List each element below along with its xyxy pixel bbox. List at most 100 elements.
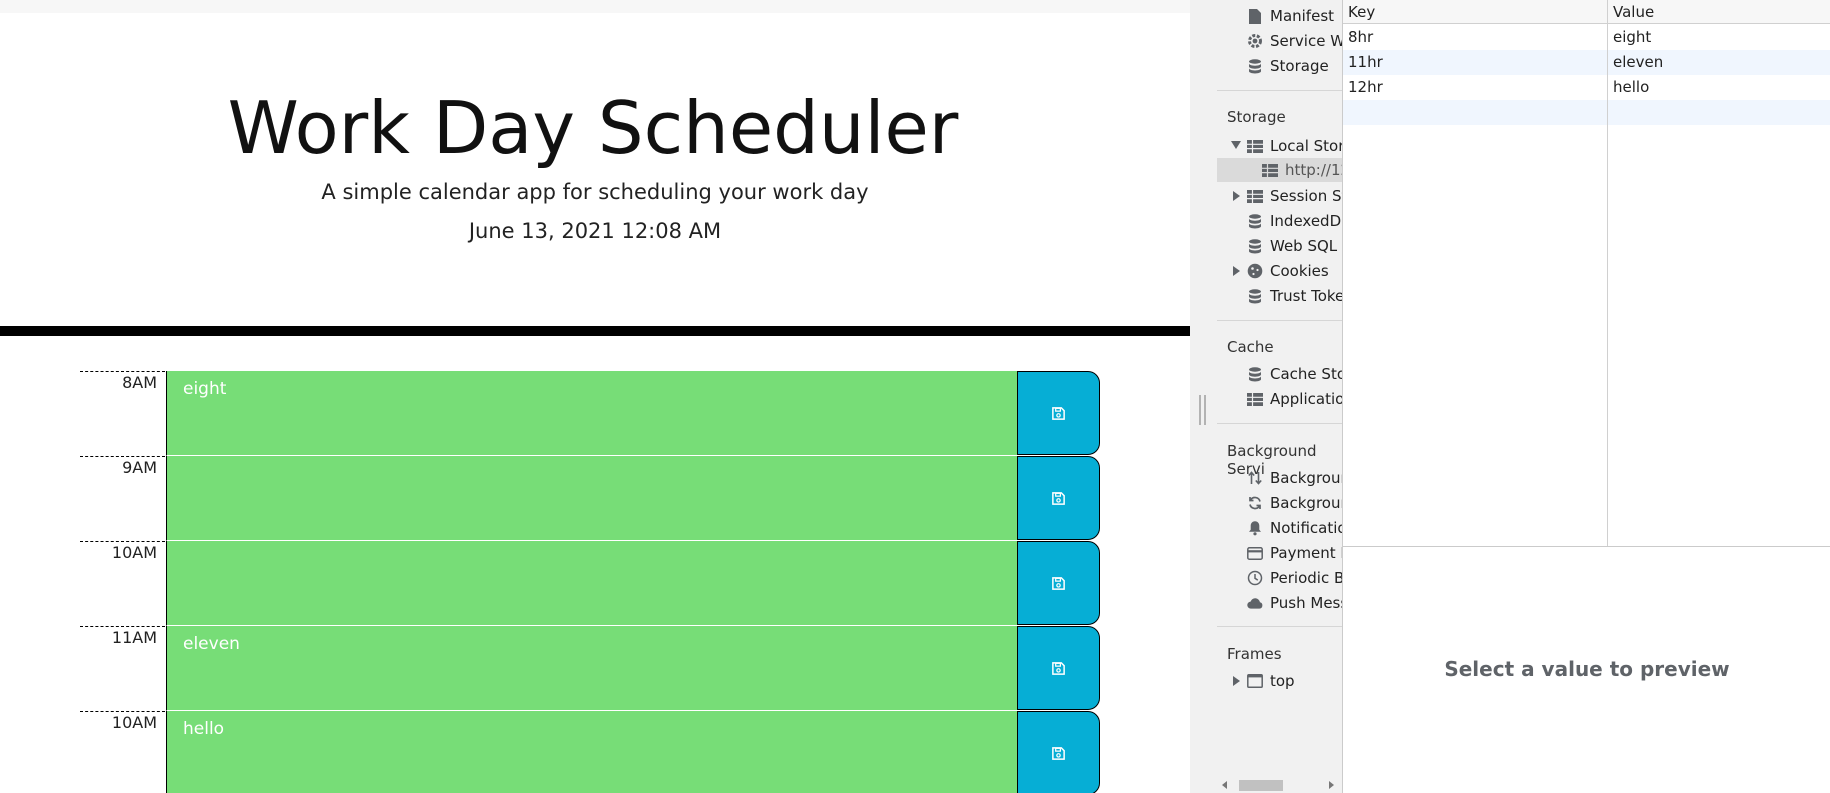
save-icon: [1052, 576, 1065, 590]
table-row-empty[interactable]: [1343, 100, 1830, 125]
save-button[interactable]: [1017, 626, 1100, 710]
table-row[interactable]: 12hr hello: [1343, 75, 1830, 100]
section-divider: [1217, 423, 1342, 424]
header-jumbotron: Work Day Scheduler A simple calendar app…: [0, 13, 1190, 326]
description-textarea[interactable]: [166, 541, 1017, 626]
save-button[interactable]: [1017, 456, 1100, 540]
section-divider: [1217, 320, 1342, 321]
splitter-grip[interactable]: [1204, 395, 1206, 425]
section-header-frames: Frames: [1227, 645, 1282, 663]
sidebar-horizontal-scrollbar[interactable]: [1217, 777, 1342, 793]
database-icon: [1247, 238, 1263, 254]
arrows-updown-icon: [1247, 470, 1263, 486]
sidebar-item-push-messaging[interactable]: Push Messa: [1217, 591, 1342, 615]
window-icon: [1247, 673, 1263, 689]
database-icon: [1247, 213, 1263, 229]
time-block: 8AM eight: [80, 371, 1100, 456]
section-divider: [1217, 626, 1342, 627]
sidebar-item-background-sync[interactable]: Backgroun: [1217, 491, 1342, 515]
time-block: 9AM: [80, 456, 1100, 541]
panel-splitter[interactable]: [1190, 0, 1217, 793]
sidebar-item-service-workers[interactable]: Service Wo: [1217, 29, 1342, 53]
sidebar-item-frame-top[interactable]: top: [1217, 669, 1342, 693]
table-row[interactable]: 11hr eleven: [1343, 50, 1830, 75]
cell-value: eight: [1613, 28, 1652, 46]
sidebar-item-background-fetch[interactable]: Backgroun: [1217, 466, 1342, 490]
grid-icon: [1247, 391, 1263, 407]
sidebar-item-storage[interactable]: Storage: [1217, 54, 1342, 78]
column-divider[interactable]: [1607, 0, 1608, 546]
table-row[interactable]: 8hr eight: [1343, 25, 1830, 50]
cell-key: 11hr: [1348, 53, 1383, 71]
time-block: 11AM eleven: [80, 626, 1100, 711]
sidebar-item-payment-handler[interactable]: Payment H: [1217, 541, 1342, 565]
gear-icon: [1247, 33, 1263, 49]
page-title: Work Day Scheduler: [227, 86, 959, 170]
save-icon: [1052, 746, 1065, 760]
database-icon: [1247, 366, 1263, 382]
sidebar-item-session-storage[interactable]: Session Sto: [1217, 184, 1342, 208]
chevron-right-icon[interactable]: [1233, 191, 1240, 201]
section-header-cache: Cache: [1227, 338, 1274, 356]
save-button[interactable]: [1017, 711, 1100, 793]
sidebar-item-cookies[interactable]: Cookies: [1217, 259, 1342, 283]
description-textarea[interactable]: hello: [166, 711, 1017, 793]
clock-icon: [1247, 570, 1263, 586]
hour-label: 10AM: [80, 541, 165, 626]
time-block: 10AM hello: [80, 711, 1100, 793]
cell-value: hello: [1613, 78, 1650, 96]
scroll-left-icon[interactable]: [1222, 781, 1227, 789]
chevron-down-icon[interactable]: [1231, 141, 1241, 149]
hour-label: 10AM: [80, 711, 165, 793]
save-icon: [1052, 406, 1065, 420]
top-strip: [0, 0, 1190, 13]
sidebar-item-periodic-background-sync[interactable]: Periodic Ba: [1217, 566, 1342, 590]
description-textarea[interactable]: eleven: [166, 626, 1017, 711]
sidebar-item-indexeddb[interactable]: IndexedDB: [1217, 209, 1342, 233]
cell-key: 8hr: [1348, 28, 1374, 46]
sync-icon: [1247, 495, 1263, 511]
sidebar-item-web-sql[interactable]: Web SQL: [1217, 234, 1342, 258]
preview-placeholder: Select a value to preview: [1444, 657, 1730, 681]
sidebar-item-notifications[interactable]: Notification: [1217, 516, 1342, 540]
sidebar-item-cache-storage[interactable]: Cache Stor: [1217, 362, 1342, 386]
sidebar-item-manifest[interactable]: Manifest: [1217, 4, 1342, 28]
chevron-right-icon[interactable]: [1233, 676, 1240, 686]
header-divider: [0, 326, 1190, 336]
splitter-grip[interactable]: [1199, 395, 1201, 425]
cloud-icon: [1247, 595, 1263, 611]
value-preview-pane: Select a value to preview: [1343, 547, 1830, 793]
scrollbar-thumb[interactable]: [1239, 780, 1283, 791]
bell-icon: [1247, 520, 1263, 536]
column-header-value[interactable]: Value: [1608, 0, 1830, 24]
grid-icon: [1262, 162, 1278, 178]
description-textarea[interactable]: eight: [166, 371, 1017, 456]
save-button[interactable]: [1017, 371, 1100, 455]
document-icon: [1247, 8, 1263, 24]
grid-icon: [1247, 188, 1263, 204]
hour-label: 11AM: [80, 626, 165, 711]
hour-label: 9AM: [80, 456, 165, 541]
database-icon: [1247, 288, 1263, 304]
column-header-key[interactable]: Key: [1343, 0, 1607, 24]
cookie-icon: [1247, 263, 1263, 279]
cell-key: 12hr: [1348, 78, 1383, 96]
save-button[interactable]: [1017, 541, 1100, 625]
section-header-background-services: Background Servi: [1227, 442, 1317, 478]
local-storage-table: Key Value 8hr eight 11hr eleven 12hr hel…: [1342, 0, 1830, 793]
current-day: June 13, 2021 12:08 AM: [468, 219, 722, 243]
scheduler-page: Work Day Scheduler A simple calendar app…: [0, 0, 1190, 793]
section-divider: [1217, 90, 1342, 91]
description-textarea[interactable]: [166, 456, 1017, 541]
cell-value: eleven: [1613, 53, 1664, 71]
sidebar-item-trust-tokens[interactable]: Trust Token: [1217, 284, 1342, 308]
database-icon: [1247, 58, 1263, 74]
time-block: 10AM: [80, 541, 1100, 626]
sidebar-item-local-storage[interactable]: Local Stora: [1217, 134, 1342, 158]
section-header-storage: Storage: [1227, 108, 1286, 126]
sidebar-item-local-storage-origin[interactable]: http://12: [1217, 158, 1342, 182]
sidebar-item-application-cache[interactable]: Application: [1217, 387, 1342, 411]
hour-label: 8AM: [80, 371, 165, 456]
chevron-right-icon[interactable]: [1233, 266, 1240, 276]
scroll-right-icon[interactable]: [1329, 781, 1334, 789]
